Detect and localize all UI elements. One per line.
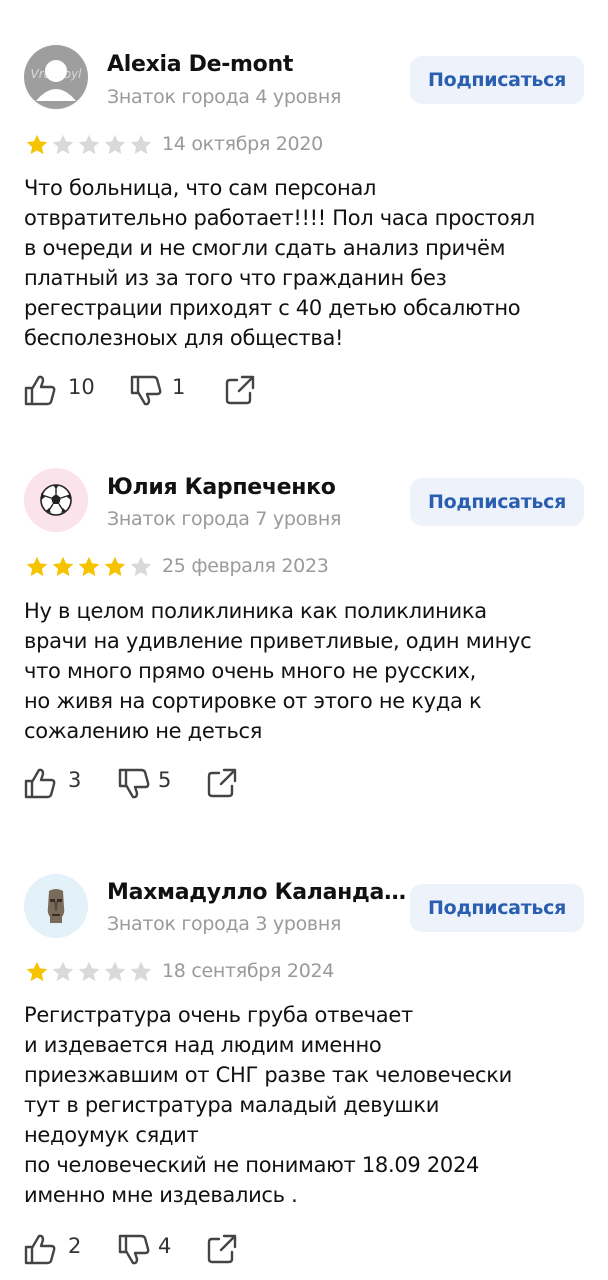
like-count: 10 xyxy=(68,375,95,399)
star-empty-icon xyxy=(130,134,152,155)
star-filled-icon xyxy=(26,556,48,577)
star-filled-icon xyxy=(26,961,48,982)
subscribe-button[interactable]: Подписаться xyxy=(410,884,584,932)
share-icon[interactable] xyxy=(222,373,258,407)
thumbs-up-icon[interactable] xyxy=(22,766,58,800)
star-filled-icon xyxy=(78,556,100,577)
avatar-watermark: Vrussoyl xyxy=(30,67,82,81)
review-text: Что больница, что сам персонал отвратите… xyxy=(24,176,535,350)
thumbs-down-icon[interactable] xyxy=(116,766,152,800)
rating-stars xyxy=(24,959,154,985)
share-icon[interactable] xyxy=(204,1232,240,1266)
thumbs-up-icon[interactable] xyxy=(22,373,58,407)
dislike-count: 5 xyxy=(158,768,172,792)
star-empty-icon xyxy=(78,961,100,982)
share-icon[interactable] xyxy=(204,766,240,800)
author-name[interactable]: Alexia De-mont xyxy=(107,52,293,77)
soccer-ball-icon xyxy=(40,484,72,516)
author-name[interactable]: Юлия Карпеченко xyxy=(107,475,336,500)
dislike-count: 1 xyxy=(172,375,186,399)
like-count: 2 xyxy=(68,1234,82,1258)
author-name[interactable]: Махмадулло Каландар... xyxy=(107,880,407,905)
review-text: Ну в целом поликлиника как поликлиника в… xyxy=(24,599,532,743)
review-date: 25 февраля 2023 xyxy=(162,555,329,577)
like-count: 3 xyxy=(68,768,82,792)
author-level: Знаток города 7 уровня xyxy=(107,508,342,530)
moai-icon xyxy=(47,889,65,923)
subscribe-button[interactable]: Подписаться xyxy=(410,478,584,526)
star-empty-icon xyxy=(130,556,152,577)
review-actions: 3 5 xyxy=(22,766,322,800)
star-filled-icon xyxy=(104,556,126,577)
star-empty-icon xyxy=(52,961,74,982)
star-empty-icon xyxy=(52,134,74,155)
star-filled-icon xyxy=(52,556,74,577)
thumbs-down-icon[interactable] xyxy=(128,373,164,407)
thumbs-down-icon[interactable] xyxy=(116,1232,152,1266)
star-empty-icon xyxy=(104,134,126,155)
review-actions: 2 4 xyxy=(22,1232,322,1266)
avatar[interactable] xyxy=(24,874,88,938)
author-level: Знаток города 4 уровня xyxy=(107,86,342,108)
review-text: Регистратура очень груба отвечает и изде… xyxy=(24,1003,512,1207)
rating-stars xyxy=(24,132,154,158)
review-date: 14 октября 2020 xyxy=(162,133,323,155)
rating-stars xyxy=(24,554,154,580)
review-date: 18 сентября 2024 xyxy=(162,960,335,982)
thumbs-up-icon[interactable] xyxy=(22,1232,58,1266)
review-actions: 10 1 xyxy=(22,373,322,407)
star-empty-icon xyxy=(130,961,152,982)
avatar[interactable]: Vrussoyl xyxy=(24,45,88,109)
dislike-count: 4 xyxy=(158,1234,172,1258)
avatar[interactable] xyxy=(24,468,88,532)
star-filled-icon xyxy=(26,134,48,155)
star-empty-icon xyxy=(104,961,126,982)
star-empty-icon xyxy=(78,134,100,155)
author-level: Знаток города 3 уровня xyxy=(107,913,342,935)
subscribe-button[interactable]: Подписаться xyxy=(410,56,584,104)
